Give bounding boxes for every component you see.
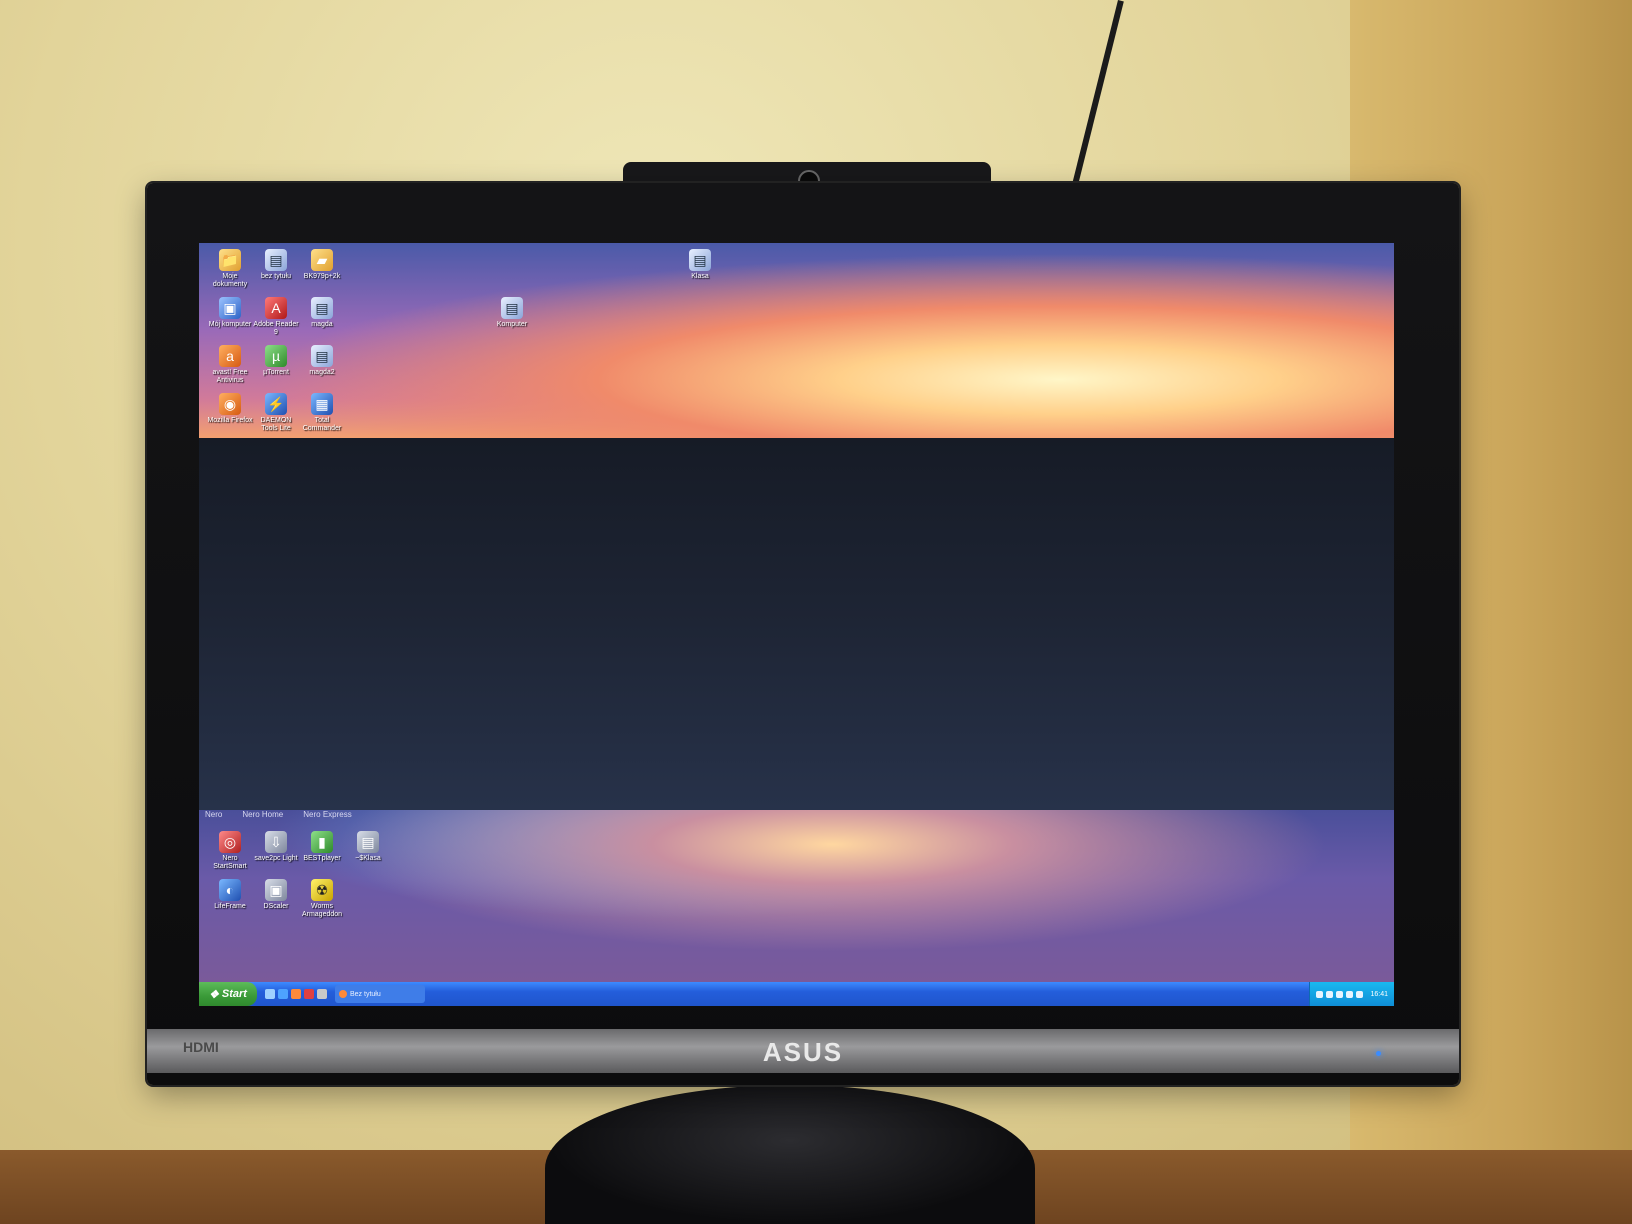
desktop-icon-label: ~$Klasa <box>355 855 381 862</box>
desktop-icon-label: LifeFrame <box>214 903 246 910</box>
show-desktop-icon[interactable] <box>265 989 275 999</box>
tray-network-icon[interactable] <box>1316 990 1324 998</box>
bottom-link[interactable]: Nero Home <box>242 810 283 822</box>
tray-app-icon[interactable] <box>1356 990 1364 998</box>
my-computer-icon: ▣ <box>219 297 241 319</box>
utorrent-icon: µ <box>265 345 287 367</box>
desktop-icon[interactable]: 📁 Moje dokumenty <box>207 249 253 289</box>
desktop-icon-label: Adobe Reader 9 <box>253 321 299 336</box>
desktop-icon-label: bez tytułu <box>261 273 291 280</box>
bottom-link-bar: Nero Nero Home Nero Express <box>205 810 352 822</box>
desktop-icon[interactable]: ◎ Nero StartSmart <box>207 831 253 871</box>
adobe-reader-icon: A <box>265 297 287 319</box>
start-label: Start <box>221 988 247 1000</box>
windows-logo-icon: ❖ <box>209 988 219 1001</box>
desktop-icon-label: BESTplayer <box>303 855 341 862</box>
desktop-icon[interactable]: ▰ BK979p+2k <box>299 249 345 281</box>
desktop-icon-label: BK979p+2k <box>303 273 341 280</box>
desktop-icon-label: Mozilla Firefox <box>207 417 253 424</box>
desktop-icon[interactable]: ▦ Total Commander <box>299 393 345 433</box>
desktop-icon[interactable]: ◉ Mozilla Firefox <box>207 393 253 425</box>
monitor-bezel-strip: HDMI ASUS <box>147 1029 1459 1073</box>
tray-app-icon[interactable] <box>1346 990 1354 998</box>
media-icon[interactable] <box>304 989 314 999</box>
desktop-icon-label: Klasa <box>691 273 709 280</box>
desktop-icon[interactable]: ▮ BESTplayer <box>299 831 345 863</box>
desktop-icon[interactable]: ▤ ~$Klasa <box>345 831 391 863</box>
firefox-icon: ◉ <box>219 393 241 415</box>
desktop-icon[interactable]: ☢ Worms Armageddon <box>299 879 345 919</box>
desktop-icon-label: µTorrent <box>263 369 289 376</box>
monitor: 📁 Moje dokumenty ▤ bez tytułu ▰ BK979p+2k ▣ Mój… <box>147 183 1459 1085</box>
document-icon: ▤ <box>357 831 379 853</box>
desktop-icon[interactable]: ▤ Komputer <box>489 297 535 329</box>
desktop-icon-label: save2pc Light <box>254 855 298 862</box>
desktop-icon-label: DAEMON Tools Lite <box>260 417 292 432</box>
start-button[interactable]: ❖ Start <box>199 982 257 1006</box>
desktop-icon[interactable]: ◐ LifeFrame <box>207 879 253 911</box>
brand-logo: ASUS <box>762 1037 844 1067</box>
display-glitch-band <box>199 438 1394 810</box>
desktop-icon-label: Mój komputer <box>208 321 252 328</box>
desktop-icon-label: magda2 <box>309 369 335 376</box>
desktop-icon[interactable]: a avast! Free Antivirus <box>207 345 253 385</box>
my-documents-icon: 📁 <box>219 249 241 271</box>
tray-antivirus-icon[interactable] <box>1326 990 1334 998</box>
desktop-icon-label: Worms Armageddon <box>301 903 343 918</box>
tray-volume-icon[interactable] <box>1336 990 1344 998</box>
screen: 📁 Moje dokumenty ▤ bez tytułu ▰ BK979p+2k ▣ Mój… <box>199 243 1394 1006</box>
desktop-icon[interactable]: A Adobe Reader 9 <box>253 297 299 337</box>
system-tray: 16:41 <box>1309 982 1394 1006</box>
dscaler-icon: ▣ <box>265 879 287 901</box>
save2pc-icon: ⇩ <box>265 831 287 853</box>
document-icon: ▤ <box>265 249 287 271</box>
clock[interactable]: 16:41 <box>1370 991 1388 998</box>
desktop-icon-label: Total Commander <box>302 417 342 432</box>
desktop-icon[interactable]: ⇩ save2pc Light <box>253 831 299 863</box>
worms-icon: ☢ <box>311 879 333 901</box>
desktop-icon-label: Moje dokumenty <box>212 273 248 288</box>
desktop-icon-label: magda <box>311 321 333 328</box>
bottom-link[interactable]: Nero <box>205 810 222 822</box>
document-icon: ▤ <box>311 297 333 319</box>
desktop-icon-label: Nero StartSmart <box>213 855 247 870</box>
bottom-link[interactable]: Nero Express <box>303 810 351 822</box>
ie-icon[interactable] <box>278 989 288 999</box>
folder-icon: ▰ <box>311 249 333 271</box>
desktop-icon[interactable]: ▣ Mój komputer <box>207 297 253 329</box>
desktop-icon-label: DScaler <box>263 903 289 910</box>
firefox-quick-icon[interactable] <box>291 989 301 999</box>
firefox-task-icon <box>339 990 347 998</box>
quick-launch-icon[interactable] <box>317 989 327 999</box>
quick-launch <box>265 989 327 999</box>
desktop-icon[interactable]: ▤ Klasa <box>677 249 723 281</box>
task-button[interactable]: Bez tytułu <box>335 985 425 1003</box>
desktop-icon[interactable]: ▤ magda2 <box>299 345 345 377</box>
task-button-label: Bez tytułu <box>350 990 381 998</box>
power-led[interactable] <box>1376 1051 1381 1056</box>
desktop-icon[interactable]: µ µTorrent <box>253 345 299 377</box>
document-icon: ▤ <box>501 297 523 319</box>
avast-icon: a <box>219 345 241 367</box>
taskbar: ❖ Start Bez tytułu 16:41 <box>199 982 1394 1006</box>
nero-icon: ◎ <box>219 831 241 853</box>
wallpaper-top <box>199 243 1394 438</box>
document-icon: ▤ <box>689 249 711 271</box>
document-icon: ▤ <box>311 345 333 367</box>
lifeframe-icon: ◐ <box>219 879 241 901</box>
daemon-tools-icon: ⚡ <box>265 393 287 415</box>
desktop-icon[interactable]: ▤ magda <box>299 297 345 329</box>
player-icon: ▮ <box>311 831 333 853</box>
desktop-icon-label: Komputer <box>496 321 528 328</box>
desktop-icon[interactable]: ▤ bez tytułu <box>253 249 299 281</box>
desktop-icon-label: avast! Free Antivirus <box>212 369 248 384</box>
desktop-icon[interactable]: ▣ DScaler <box>253 879 299 911</box>
desktop-icon[interactable]: ⚡ DAEMON Tools Lite <box>253 393 299 433</box>
total-commander-icon: ▦ <box>311 393 333 415</box>
